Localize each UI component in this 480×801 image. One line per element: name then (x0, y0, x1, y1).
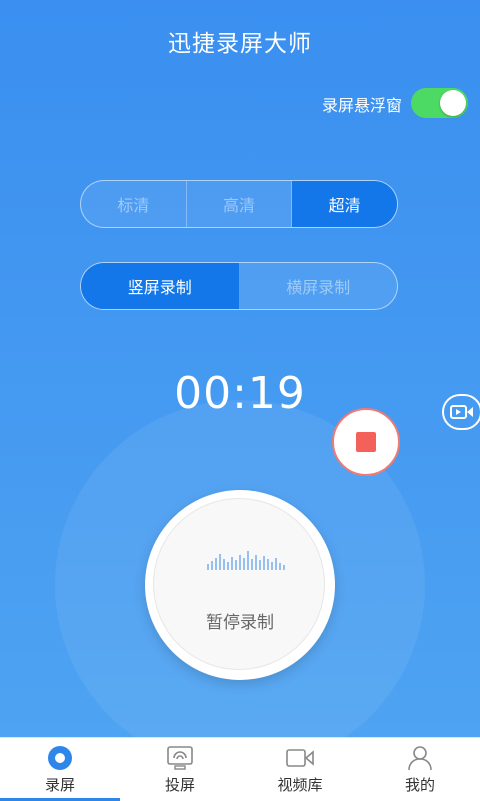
quality-option-uhd[interactable]: 超清 (292, 181, 397, 227)
cast-icon (167, 746, 193, 770)
quality-option-sd[interactable]: 标清 (81, 181, 187, 227)
record-icon (48, 746, 72, 770)
orientation-selector: 竖屏录制 横屏录制 (80, 262, 398, 310)
profile-icon (408, 746, 432, 771)
floating-window-toggle[interactable] (411, 88, 468, 118)
pause-button-label: 暂停录制 (206, 613, 274, 633)
tab-cast-label: 投屏 (164, 776, 195, 794)
quality-option-hd[interactable]: 高清 (187, 181, 293, 227)
pause-button-inner: 暂停录制 (153, 498, 325, 670)
quality-selector: 标清 高清 超清 (80, 180, 398, 228)
bottom-tab-bar: 录屏 投屏 视频库 我的 (0, 737, 480, 801)
recording-timer: 00:19 (174, 368, 306, 419)
orientation-option-landscape[interactable]: 横屏录制 (240, 263, 398, 309)
camera-float-button[interactable] (442, 394, 480, 430)
tab-video-library-label: 视频库 (277, 776, 323, 794)
floating-window-label: 录屏悬浮窗 (321, 96, 402, 115)
record-screen: 迅捷录屏大师 录屏悬浮窗 标清 高清 超清 竖屏录制 横屏录制 00:19 暂停… (0, 0, 480, 737)
tab-record-label: 录屏 (44, 776, 75, 794)
tab-video-library[interactable]: 视频库 (240, 738, 360, 801)
stop-icon (356, 432, 376, 452)
video-library-icon (286, 749, 314, 767)
tab-cast[interactable]: 投屏 (120, 738, 240, 801)
video-camera-icon (450, 405, 473, 419)
app-title: 迅捷录屏大师 (168, 31, 312, 57)
audio-wave-icon (207, 551, 285, 570)
tab-record[interactable]: 录屏 (0, 738, 120, 801)
stop-recording-button[interactable] (332, 408, 400, 476)
pause-recording-button[interactable]: 暂停录制 (145, 490, 335, 680)
tab-profile-label: 我的 (404, 776, 435, 794)
tab-profile[interactable]: 我的 (360, 738, 480, 801)
orientation-option-portrait[interactable]: 竖屏录制 (81, 263, 240, 309)
toggle-knob (440, 90, 466, 116)
